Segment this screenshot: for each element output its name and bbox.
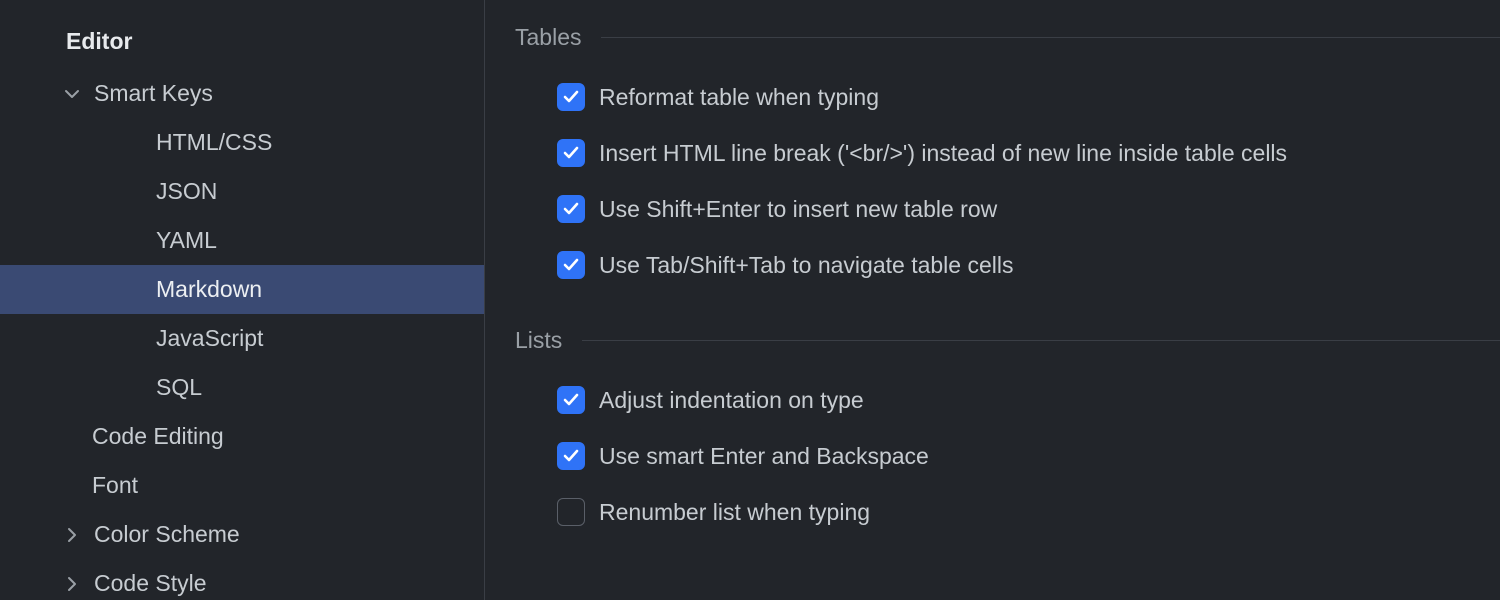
sidebar-item-markdown[interactable]: Markdown bbox=[0, 265, 484, 314]
sidebar-item-label: Smart Keys bbox=[94, 80, 213, 107]
chevron-down-icon bbox=[60, 86, 84, 102]
sidebar-item-color-scheme[interactable]: Color Scheme bbox=[0, 510, 484, 559]
checkbox-checked-icon[interactable] bbox=[557, 139, 585, 167]
option-adjust-indent[interactable]: Adjust indentation on type bbox=[515, 372, 1500, 428]
checkbox-checked-icon[interactable] bbox=[557, 251, 585, 279]
option-reformat-table[interactable]: Reformat table when typing bbox=[515, 69, 1500, 125]
section-lists: Lists Adjust indentation on type Use sma… bbox=[515, 327, 1500, 540]
divider bbox=[601, 37, 1500, 38]
sidebar-item-smart-keys[interactable]: Smart Keys bbox=[0, 69, 484, 118]
sidebar-item-code-style[interactable]: Code Style bbox=[0, 559, 484, 600]
chevron-right-icon bbox=[60, 576, 84, 592]
divider bbox=[582, 340, 1500, 341]
section-title: Lists bbox=[515, 327, 562, 354]
checkbox-checked-icon[interactable] bbox=[557, 386, 585, 414]
option-label: Use Shift+Enter to insert new table row bbox=[599, 196, 997, 223]
checkbox-unchecked-icon[interactable] bbox=[557, 498, 585, 526]
section-title: Tables bbox=[515, 24, 581, 51]
option-label: Use Tab/Shift+Tab to navigate table cell… bbox=[599, 252, 1013, 279]
option-tab-navigate-cells[interactable]: Use Tab/Shift+Tab to navigate table cell… bbox=[515, 237, 1500, 293]
settings-sidebar: Editor Smart Keys HTML/CSS JSON YAML Mar… bbox=[0, 0, 485, 600]
option-label: Use smart Enter and Backspace bbox=[599, 443, 929, 470]
sidebar-item-json[interactable]: JSON bbox=[0, 167, 484, 216]
sidebar-item-label: YAML bbox=[156, 227, 217, 254]
sidebar-heading-editor: Editor bbox=[0, 18, 484, 69]
option-renumber-list[interactable]: Renumber list when typing bbox=[515, 484, 1500, 540]
sidebar-item-label: JSON bbox=[156, 178, 217, 205]
option-shift-enter-row[interactable]: Use Shift+Enter to insert new table row bbox=[515, 181, 1500, 237]
section-header-tables: Tables bbox=[515, 24, 1500, 51]
sidebar-item-label: Code Style bbox=[94, 570, 207, 597]
sidebar-item-label: SQL bbox=[156, 374, 202, 401]
sidebar-item-label: JavaScript bbox=[156, 325, 263, 352]
sidebar-item-font[interactable]: Font bbox=[0, 461, 484, 510]
sidebar-item-yaml[interactable]: YAML bbox=[0, 216, 484, 265]
checkbox-checked-icon[interactable] bbox=[557, 83, 585, 111]
sidebar-item-label: HTML/CSS bbox=[156, 129, 272, 156]
option-label: Renumber list when typing bbox=[599, 499, 870, 526]
sidebar-item-javascript[interactable]: JavaScript bbox=[0, 314, 484, 363]
checkbox-checked-icon[interactable] bbox=[557, 442, 585, 470]
section-header-lists: Lists bbox=[515, 327, 1500, 354]
sidebar-item-label: Markdown bbox=[156, 276, 262, 303]
section-tables: Tables Reformat table when typing Insert… bbox=[515, 24, 1500, 293]
sidebar-item-sql[interactable]: SQL bbox=[0, 363, 484, 412]
option-smart-enter-backspace[interactable]: Use smart Enter and Backspace bbox=[515, 428, 1500, 484]
checkbox-checked-icon[interactable] bbox=[557, 195, 585, 223]
option-label: Adjust indentation on type bbox=[599, 387, 864, 414]
option-label: Reformat table when typing bbox=[599, 84, 879, 111]
settings-main-panel: Tables Reformat table when typing Insert… bbox=[485, 0, 1500, 600]
chevron-right-icon bbox=[60, 527, 84, 543]
sidebar-item-html-css[interactable]: HTML/CSS bbox=[0, 118, 484, 167]
sidebar-item-code-editing[interactable]: Code Editing bbox=[0, 412, 484, 461]
sidebar-item-label: Font bbox=[92, 472, 138, 499]
sidebar-item-label: Code Editing bbox=[92, 423, 224, 450]
sidebar-item-label: Color Scheme bbox=[94, 521, 240, 548]
option-label: Insert HTML line break ('<br/>') instead… bbox=[599, 140, 1287, 167]
option-insert-html-br[interactable]: Insert HTML line break ('<br/>') instead… bbox=[515, 125, 1500, 181]
